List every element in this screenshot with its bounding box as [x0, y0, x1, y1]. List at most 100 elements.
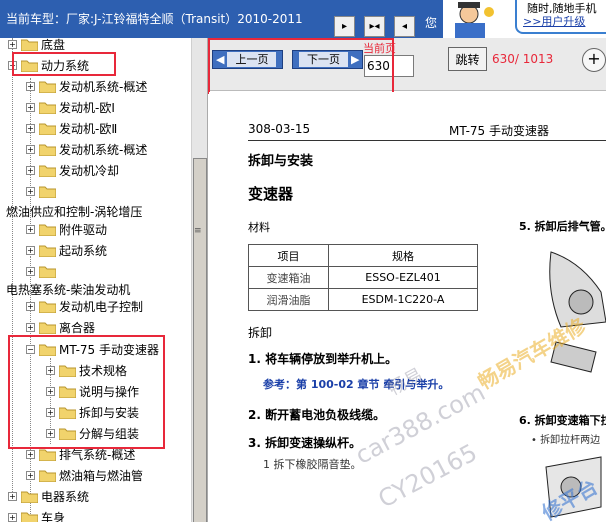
- folder-icon: [38, 321, 57, 335]
- table-header-row: 项目 规格: [248, 244, 478, 267]
- expand-icon[interactable]: +: [26, 450, 35, 459]
- tree-item[interactable]: + 附件驱动: [26, 219, 107, 240]
- expand-icon[interactable]: +: [26, 145, 35, 154]
- tree-item[interactable]: + 发动机冷却: [26, 160, 119, 181]
- jump-button[interactable]: 跳转: [448, 47, 487, 71]
- current-car-model: 当前车型：厂家:J-江铃福特全顺（Transit）2010-2011: [6, 12, 311, 27]
- highlight-box-transmission: [8, 335, 165, 449]
- scrollbar-thumb[interactable]: [193, 158, 207, 522]
- component-title: 变速器: [248, 185, 294, 203]
- expand-icon[interactable]: +: [26, 302, 35, 311]
- expand-icon[interactable]: +: [8, 513, 17, 522]
- expand-icon[interactable]: +: [26, 124, 35, 133]
- expand-icon[interactable]: +: [26, 246, 35, 255]
- tree-item-body[interactable]: + 车身: [8, 507, 65, 522]
- materials-table: 项目 规格 变速箱油 ESSO-EZL401 润滑油脂 ESDM-1C220-A: [248, 244, 478, 311]
- step-3-substep: 1 拆下橡胶隔音垫。: [263, 458, 362, 471]
- ad-banner[interactable]: 随时,随地手机 >>用户升级: [443, 0, 606, 38]
- table-cell: 润滑油脂: [248, 288, 329, 311]
- table-cell: 变速箱油: [248, 266, 329, 289]
- expand-icon[interactable]: +: [26, 82, 35, 91]
- expand-icon[interactable]: +: [26, 471, 35, 480]
- toolbar-first-button[interactable]: ▸: [334, 16, 355, 37]
- tree-item[interactable]: + 燃油箱与燃油管: [26, 465, 143, 486]
- car-model-label: 当前车型：: [6, 12, 67, 26]
- back-icon: ◂: [401, 21, 408, 32]
- expand-icon[interactable]: +: [26, 225, 35, 234]
- expand-icon[interactable]: +: [26, 187, 35, 196]
- expand-icon[interactable]: +: [26, 267, 35, 276]
- tree-item[interactable]: + 起动系统: [26, 240, 107, 261]
- zoom-in-button[interactable]: +: [582, 48, 606, 72]
- header-divider: [248, 140, 606, 141]
- step-3: 3. 拆卸变速操纵杆。: [248, 436, 362, 450]
- tree-item[interactable]: + 发动机系统-概述: [26, 76, 147, 97]
- tree-item-label: 附件驱动: [59, 223, 108, 237]
- tree-item-label: 发动机-欧Ⅱ: [59, 122, 118, 136]
- document-page: 308-03-15 MT-75 手动变速器 拆卸与安装 变速器 材料 项目 规格…: [209, 92, 606, 522]
- step-1: 1. 将车辆停放到举升机上。: [248, 352, 398, 366]
- tree-item-label: 车身: [41, 511, 66, 522]
- mascot-icon: [443, 0, 503, 38]
- tree-item-label: 发动机系统-概述: [59, 80, 148, 94]
- tree-item[interactable]: +: [26, 181, 59, 202]
- toolbar-back-button[interactable]: ◂: [394, 16, 415, 37]
- zoom-in-icon: +: [587, 49, 601, 68]
- about-text: 您: [425, 16, 438, 30]
- toolbar-split-button[interactable]: ▸◂: [364, 16, 385, 37]
- tree-item-label: 离合器: [59, 321, 96, 335]
- tree-item-label: 燃油供应和控制-涡轮增压: [6, 205, 143, 219]
- table-row: 润滑油脂 ESDM-1C220-A: [248, 288, 478, 311]
- table-header-cell: 项目: [248, 244, 329, 267]
- tree-item-label: 起动系统: [59, 244, 108, 258]
- folder-icon: [20, 511, 39, 522]
- sidebar-tree[interactable]: + 底盘 − 动力系统 + 发动机系统-概述 + 发动机-欧Ⅰ + 发动机-欧Ⅱ…: [0, 38, 208, 522]
- step-2: 2. 断开蓄电池负极线缆。: [248, 408, 386, 422]
- folder-icon: [38, 469, 57, 483]
- folder-icon: [38, 300, 57, 314]
- section-title: 拆卸与安装: [248, 154, 314, 169]
- folder-icon: [38, 185, 57, 199]
- tree-item[interactable]: + 发动机系统-概述: [26, 139, 147, 160]
- tree-item-label: 发动机系统-概述: [59, 143, 148, 157]
- expand-icon[interactable]: +: [8, 492, 17, 501]
- tree-item-label: 发动机电子控制: [59, 300, 144, 314]
- removal-heading: 拆卸: [248, 326, 273, 340]
- tree-item[interactable]: + 发动机电子控制: [26, 296, 143, 317]
- folder-icon: [38, 164, 57, 178]
- tree-item-label: 底盘: [41, 38, 66, 52]
- play-icon: ▸: [341, 21, 348, 32]
- step-6: 6. 拆卸变速箱下拉: [519, 414, 606, 427]
- expand-icon[interactable]: +: [8, 40, 17, 49]
- table-row: 变速箱油 ESSO-EZL401: [248, 266, 478, 289]
- tree-item-label: 燃油箱与燃油管: [59, 469, 144, 483]
- highlight-box-powertrain: [12, 52, 116, 76]
- grip-icon: ≡: [194, 226, 202, 236]
- upgrade-link[interactable]: >>用户升级: [523, 13, 585, 29]
- tree-item[interactable]: + 发动机-欧Ⅱ: [26, 118, 117, 139]
- ad-box: 随时,随地手机 >>用户升级: [515, 0, 606, 34]
- folder-icon: [38, 143, 57, 157]
- expand-icon[interactable]: +: [26, 103, 35, 112]
- folder-icon: [38, 244, 57, 258]
- car-model-value: 厂家:J-江铃福特全顺（Transit）2010-2011: [66, 12, 303, 26]
- folder-icon: [20, 490, 39, 504]
- page-count: 630/ 1013: [492, 52, 554, 66]
- expand-icon[interactable]: +: [26, 323, 35, 332]
- table-cell: ESDM-1C220-A: [328, 288, 478, 311]
- table-cell: ESSO-EZL401: [328, 266, 478, 289]
- step-1-reference-link[interactable]: 参考：第 100-02 章节 牵引与举升。: [263, 376, 449, 392]
- tree-item[interactable]: + 发动机-欧Ⅰ: [26, 97, 115, 118]
- tree-item-electrical[interactable]: + 电器系统: [8, 486, 89, 507]
- title-bar: 当前车型：厂家:J-江铃福特全顺（Transit）2010-2011 ▸ ▸◂ …: [0, 0, 606, 38]
- doc-header-title: MT-75 手动变速器: [449, 124, 549, 138]
- sidebar-scrollbar[interactable]: ≡: [191, 38, 207, 522]
- folder-icon: [38, 265, 57, 279]
- expand-icon[interactable]: +: [26, 166, 35, 175]
- folder-icon: [38, 223, 57, 237]
- folder-icon: [38, 101, 57, 115]
- table-header-cell: 规格: [328, 244, 478, 267]
- exhaust-pipe-illustration: [541, 232, 606, 382]
- folder-icon: [38, 80, 57, 94]
- folder-icon: [20, 38, 39, 52]
